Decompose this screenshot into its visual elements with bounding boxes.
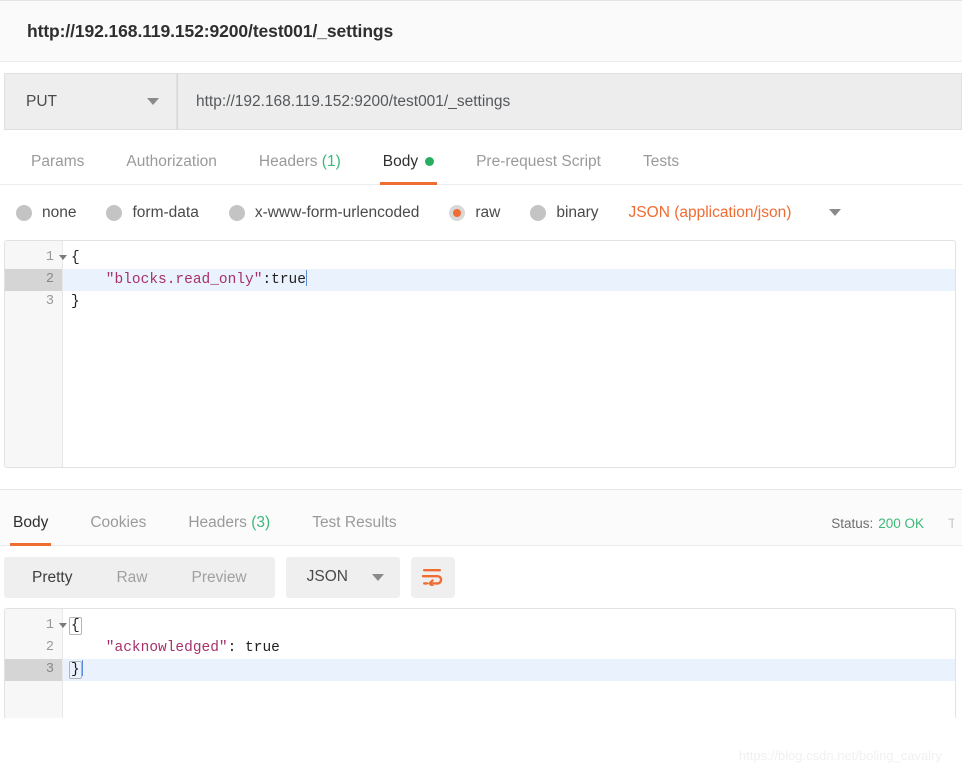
- response-tab-cookies[interactable]: Cookies: [69, 514, 167, 545]
- radio-icon: [228, 204, 245, 221]
- response-tabs: Body Cookies Headers (3) Test Results: [0, 514, 418, 546]
- body-type-label: none: [42, 203, 77, 221]
- status-label: Status:: [831, 516, 874, 531]
- json-value-token: :true: [262, 272, 306, 288]
- response-language-select[interactable]: JSON: [285, 556, 400, 598]
- radio-icon: [16, 204, 32, 221]
- response-tab-body[interactable]: Body: [0, 514, 69, 546]
- chevron-down-icon: [147, 98, 159, 105]
- response-status: Status: 200 OK T: [831, 516, 962, 545]
- response-editor-line-number: 3: [5, 659, 62, 681]
- body-type-label: binary: [556, 203, 599, 221]
- request-body-editor[interactable]: 12 3 { "blocks.read_only":true}: [4, 240, 956, 468]
- tab-pre-request-script[interactable]: Pre-request Script: [455, 153, 622, 184]
- response-editor-code[interactable]: { "acknowledged": true}: [63, 609, 955, 718]
- response-tabs-bar: Body Cookies Headers (3) Test Results Statu…: [0, 490, 962, 546]
- request-editor-line-number: 1: [5, 247, 67, 269]
- chevron-down-icon: [371, 573, 384, 581]
- request-editor-code-line[interactable]: }: [63, 291, 955, 313]
- tab-label: Body: [382, 153, 419, 170]
- response-editor-line-number: 2: [45, 640, 54, 655]
- request-tabs: Params Authorization Headers (1) Body Pre-re…: [0, 134, 962, 185]
- tab-label: Body: [13, 514, 49, 531]
- json-bracket-token: {: [69, 617, 82, 635]
- tab-label: Headers: [188, 514, 247, 531]
- response-editor-line-number: 1: [5, 615, 67, 637]
- tab-label: Test Results: [312, 514, 397, 531]
- tab-count: (3): [246, 514, 271, 531]
- radio-icon: [449, 204, 466, 221]
- page-title: http://192.168.119.152:9200/test001/_set…: [27, 20, 394, 41]
- request-editor-code[interactable]: { "blocks.read_only":true}: [63, 241, 955, 467]
- tab-headers[interactable]: Headers (1): [238, 153, 362, 184]
- word-wrap-button[interactable]: [410, 556, 455, 598]
- request-url-input[interactable]: http://192.168.119.152:9200/test001/_set…: [177, 73, 962, 130]
- unsaved-dot-icon: [425, 157, 435, 167]
- word-wrap-icon: [421, 569, 443, 586]
- tab-label: Tests: [643, 153, 680, 170]
- json-key-token: "blocks.read_only": [71, 272, 263, 288]
- body-type-label: form-data: [132, 203, 199, 221]
- tab-label: Params: [31, 153, 85, 170]
- tab-authorization[interactable]: Authorization: [105, 153, 237, 184]
- body-type-raw[interactable]: raw: [449, 204, 500, 222]
- radio-icon: [106, 204, 123, 221]
- tab-label: Pre-request Script: [476, 153, 601, 170]
- content-type-label: JSON (application/json): [628, 203, 792, 221]
- watermark: https://blog.csdn.net/boling_cavalry: [738, 748, 942, 763]
- response-editor-code-line[interactable]: {: [63, 615, 955, 637]
- json-bracket-token: {: [71, 250, 80, 266]
- format-pretty[interactable]: Pretty: [10, 557, 94, 598]
- response-editor-code-line[interactable]: }: [63, 659, 955, 681]
- body-type-form-data[interactable]: form-data: [106, 203, 199, 222]
- status-badge: 200 OK: [878, 516, 924, 531]
- content-type-select[interactable]: JSON (application/json): [629, 204, 842, 222]
- response-toolbar: Pretty Raw Preview JSON: [0, 546, 962, 608]
- request-editor-line-number: 2: [5, 269, 62, 291]
- response-body-editor[interactable]: 1 2 3 { "acknowledged": true}: [4, 608, 956, 718]
- request-editor-code-line[interactable]: {: [63, 247, 955, 269]
- response-editor-gutter: 1 2 3: [5, 609, 67, 718]
- body-type-none[interactable]: none: [16, 204, 76, 222]
- window-title-bar: http://192.168.119.152:9200/test001/_set…: [0, 0, 962, 62]
- http-method-label: PUT: [26, 92, 57, 110]
- json-key-token: "acknowledged": [71, 640, 228, 656]
- request-editor-line-number: 3: [45, 294, 54, 309]
- radio-icon: [530, 204, 547, 221]
- json-bracket-token: }: [71, 294, 80, 310]
- response-editor-code-line[interactable]: "acknowledged": true: [63, 637, 955, 659]
- tab-label: Authorization: [126, 153, 217, 170]
- request-editor-code-line[interactable]: "blocks.read_only":true: [63, 269, 955, 291]
- http-method-select[interactable]: PUT: [4, 73, 177, 130]
- json-bracket-token: }: [69, 661, 82, 679]
- chevron-down-icon: [829, 209, 842, 216]
- response-tab-headers[interactable]: Headers (3): [167, 514, 291, 545]
- text-cursor: [81, 660, 83, 676]
- tab-label: Headers: [258, 153, 318, 170]
- response-format-group: Pretty Raw Preview: [4, 556, 275, 598]
- request-editor-gutter: 12 3: [5, 241, 67, 467]
- tab-body[interactable]: Body: [362, 153, 455, 185]
- response-time-cutoff: T: [948, 516, 954, 531]
- json-value-token: : true: [227, 640, 280, 656]
- tab-params[interactable]: Params: [10, 153, 105, 184]
- body-type-label: x-www-form-urlencoded: [254, 203, 420, 221]
- response-tab-test-results[interactable]: Test Results: [291, 514, 417, 545]
- body-type-x-www-form-urlencoded[interactable]: x-www-form-urlencoded: [228, 203, 420, 222]
- format-raw[interactable]: Raw: [94, 557, 169, 598]
- tab-tests[interactable]: Tests: [622, 153, 700, 184]
- request-url-bar: PUT http://192.168.119.152:9200/test001/…: [0, 73, 962, 130]
- tab-label: Cookies: [90, 514, 147, 531]
- body-type-binary[interactable]: binary: [530, 203, 599, 222]
- response-language-label: JSON: [306, 568, 348, 585]
- body-type-label: raw: [475, 203, 501, 221]
- tab-count: (1): [317, 153, 341, 170]
- body-type-options: none form-data x-www-form-urlencoded raw bin…: [0, 185, 962, 240]
- text-cursor: [305, 270, 307, 286]
- format-preview[interactable]: Preview: [170, 557, 269, 598]
